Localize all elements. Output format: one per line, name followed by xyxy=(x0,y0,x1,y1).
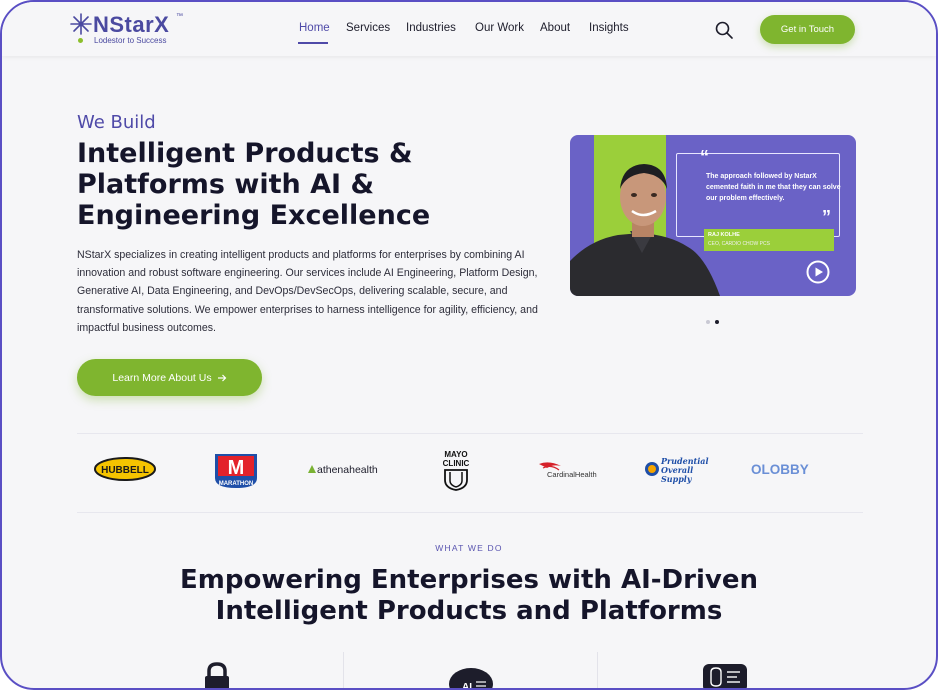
marathon-logo: M MARATHON xyxy=(215,454,257,488)
star-logo-icon xyxy=(70,13,92,35)
svg-text:AI: AI xyxy=(462,682,472,690)
logo-tagline: Lodestor to Success xyxy=(94,36,167,45)
search-icon[interactable] xyxy=(714,20,734,40)
nav-home[interactable]: Home xyxy=(299,22,330,34)
svg-text:athenahealth: athenahealth xyxy=(317,464,378,476)
section-title-line: Intelligent Products and Platforms xyxy=(215,596,723,626)
ai-chip-icon: AI xyxy=(449,668,493,690)
athenahealth-logo: athenahealth xyxy=(308,464,378,476)
svg-text:MAYO: MAYO xyxy=(444,450,467,459)
nav-services[interactable]: Services xyxy=(346,22,390,34)
play-icon[interactable] xyxy=(806,260,830,284)
cardinal-health-logo: CardinalHealth xyxy=(539,462,597,479)
section-kicker: WHAT WE DO xyxy=(435,543,503,553)
svg-text:Supply: Supply xyxy=(661,474,693,484)
logo-dot xyxy=(78,38,83,43)
learn-more-button[interactable]: Learn More About Us xyxy=(77,359,262,396)
nav-insights[interactable]: Insights xyxy=(589,22,629,34)
site-logo[interactable]: NStarX ™ Lodestor to Success xyxy=(70,12,200,48)
olobby-logo: OLOBBY xyxy=(751,462,809,477)
svg-text:M: M xyxy=(228,457,245,479)
svg-text:OLOBBY: OLOBBY xyxy=(751,462,809,477)
carousel-dot-active[interactable] xyxy=(715,320,719,324)
nav-about[interactable]: About xyxy=(540,22,570,34)
testimonial-video-card[interactable]: “ ” The approach followed by NstarX ceme… xyxy=(570,135,856,296)
service-divider xyxy=(343,652,344,688)
hero-title: Intelligent Products & Platforms with AI… xyxy=(77,138,517,231)
svg-text:MARATHON: MARATHON xyxy=(219,481,254,487)
nav-industries[interactable]: Industries xyxy=(406,22,456,34)
mayo-clinic-logo: MAYO CLINIC xyxy=(443,450,470,491)
section-title-line: Empowering Enterprises with AI-Driven xyxy=(180,565,758,595)
logo-wordmark: NStarX xyxy=(93,12,170,37)
quote-close-icon: ” xyxy=(822,207,831,227)
service-divider xyxy=(597,652,598,688)
hubbell-logo: HUBBELL xyxy=(94,457,156,481)
nav-our-work[interactable]: Our Work xyxy=(475,22,524,34)
section-title: Empowering Enterprises with AI-Driven In… xyxy=(2,565,936,627)
hero-title-line: Platforms with AI & xyxy=(77,169,374,200)
hero-description: NStarX specializes in creating intellige… xyxy=(77,249,538,334)
speaker-photo xyxy=(570,164,720,296)
nav-active-indicator xyxy=(298,42,328,44)
svg-text:CLINIC: CLINIC xyxy=(443,459,470,468)
svg-text:CardinalHealth: CardinalHealth xyxy=(547,470,597,479)
get-in-touch-button[interactable]: Get in Touch xyxy=(760,15,855,44)
site-header: NStarX ™ Lodestor to Success Home Servic… xyxy=(2,2,936,56)
svg-text:HUBBELL: HUBBELL xyxy=(101,465,149,476)
brain-chip-icon xyxy=(703,664,747,688)
hero-kicker: We Build xyxy=(77,112,156,133)
carousel-dot[interactable] xyxy=(706,320,710,324)
hero-title-line: Intelligent Products & xyxy=(77,138,413,169)
browser-frame: NStarX ™ Lodestor to Success Home Servic… xyxy=(0,0,938,690)
lock-icon xyxy=(205,662,229,688)
client-logos-strip: HUBBELL M MARATHON athenahealth MAYO CLI… xyxy=(77,433,863,513)
learn-more-label: Learn More About Us xyxy=(112,371,212,384)
prudential-overall-supply-logo: Prudential Overall Supply xyxy=(645,456,709,484)
logo-trademark: ™ xyxy=(176,13,183,20)
arrow-right-icon xyxy=(217,374,226,381)
hero-title-line: Engineering Excellence xyxy=(77,200,431,231)
